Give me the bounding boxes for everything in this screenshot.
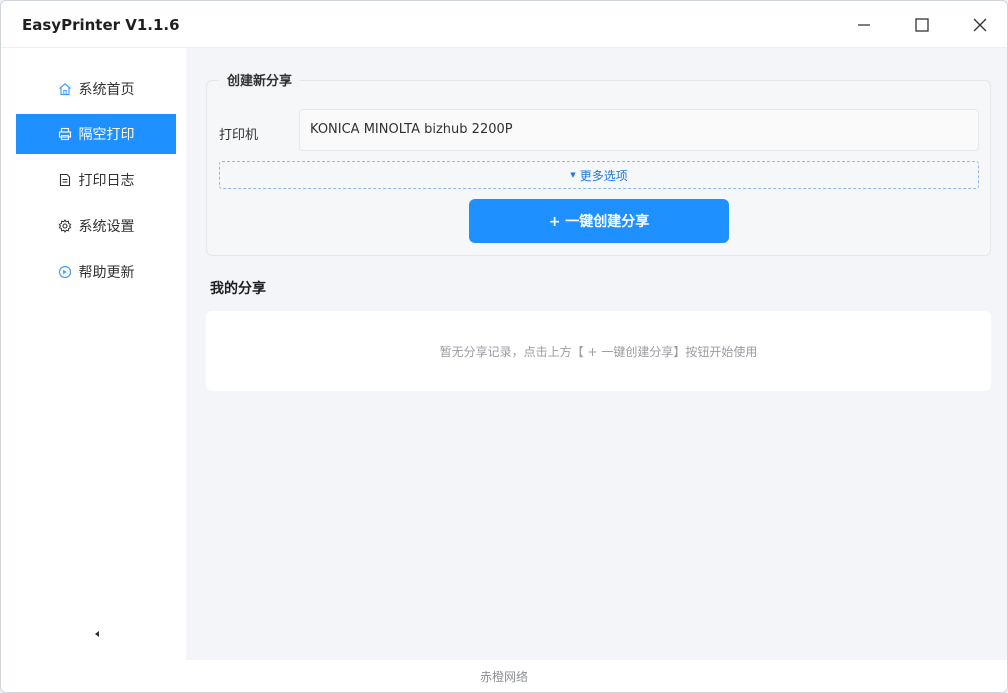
minimize-icon	[857, 18, 871, 32]
create-share-legend: 创建新分享	[219, 70, 301, 89]
close-button[interactable]	[957, 9, 1003, 41]
refresh-icon	[58, 265, 72, 279]
printer-icon	[58, 127, 72, 141]
close-icon	[973, 18, 987, 32]
my-shares-title: 我的分享	[210, 281, 266, 297]
document-icon	[58, 173, 72, 187]
gear-icon	[58, 219, 72, 233]
minimize-button[interactable]	[841, 9, 887, 41]
footer-text: 赤橙网络	[479, 669, 528, 684]
sidebar-item-help-update[interactable]: 帮助更新	[16, 252, 176, 292]
create-share-panel: 创建新分享 打印机 KONICA MINOLTA bizhub 2200P ▼ …	[206, 70, 991, 256]
maximize-icon	[915, 18, 929, 32]
home-icon	[58, 82, 72, 96]
sidebar-item-airprint[interactable]: 隔空打印	[16, 114, 176, 154]
main-content: 创建新分享 打印机 KONICA MINOLTA bizhub 2200P ▼ …	[186, 48, 1007, 660]
printer-label: 打印机	[219, 128, 259, 143]
create-share-button[interactable]: + 一键创建分享	[469, 199, 729, 243]
sidebar-item-label: 隔空打印	[78, 127, 135, 143]
sidebar-item-print-log[interactable]: 打印日志	[16, 160, 176, 200]
app-title: EasyPrinter V1.1.6	[22, 16, 180, 34]
my-shares-empty-state: 暂无分享记录，点击上方【 + 一键创建分享】按钮开始使用	[206, 311, 991, 391]
sidebar-item-label: 帮助更新	[78, 265, 135, 281]
printer-select[interactable]: KONICA MINOLTA bizhub 2200P	[299, 109, 979, 151]
sidebar-item-label: 打印日志	[78, 173, 135, 189]
footer: 赤橙网络	[1, 660, 1007, 692]
caret-down-icon: ▼	[570, 171, 576, 179]
empty-state-text: 暂无分享记录，点击上方【 + 一键创建分享】按钮开始使用	[439, 344, 758, 359]
collapse-left-icon	[93, 623, 101, 642]
sidebar: 系统首页 隔空打印 打印日志 系统设置 帮助更新	[1, 48, 186, 660]
more-options-label: 更多选项	[579, 168, 628, 183]
sidebar-item-settings[interactable]: 系统设置	[16, 206, 176, 246]
maximize-button[interactable]	[899, 9, 945, 41]
sidebar-item-label: 系统首页	[78, 82, 135, 98]
sidebar-item-home[interactable]: 系统首页	[16, 69, 176, 109]
sidebar-collapse-button[interactable]	[91, 626, 103, 638]
sidebar-item-label: 系统设置	[78, 219, 135, 235]
title-bar[interactable]: EasyPrinter V1.1.6	[1, 1, 1007, 48]
more-options-toggle[interactable]: ▼ 更多选项	[219, 161, 979, 189]
app-window: EasyPrinter V1.1.6 系统首页 隔空打印 打印日志 系统设置 帮…	[0, 0, 1008, 693]
